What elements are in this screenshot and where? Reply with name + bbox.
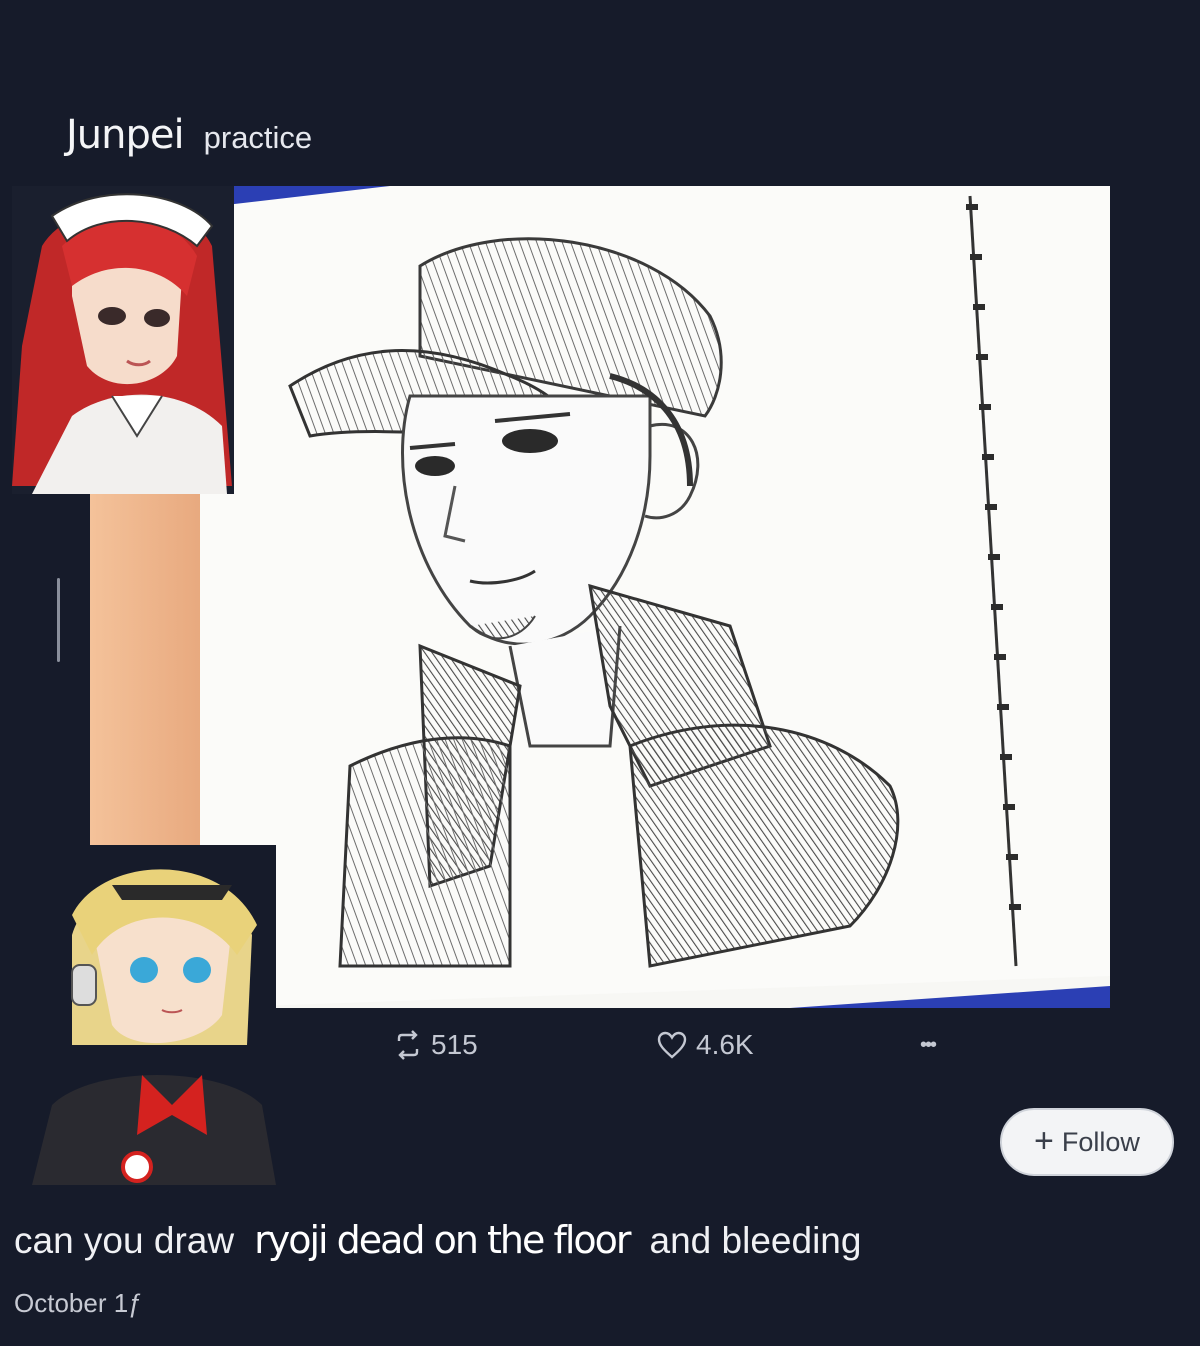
repost-count: 515 xyxy=(431,1029,478,1060)
more-options-button[interactable]: ••• xyxy=(920,1026,937,1064)
follow-label: Follow xyxy=(1061,1126,1140,1157)
comment-text: can you draw ryoji dead on the floor and… xyxy=(14,1218,861,1262)
repost-icon xyxy=(397,1030,419,1060)
thread-line-top xyxy=(57,578,60,662)
comment-part-3: and bleeding xyxy=(649,1220,862,1261)
post-label: practice xyxy=(203,120,313,155)
like-action[interactable]: 4.6K xyxy=(656,1026,754,1064)
heart-icon xyxy=(657,1031,687,1059)
post-header: Junpei practice xyxy=(66,112,312,158)
avatar-top[interactable] xyxy=(12,186,234,494)
repost-action[interactable]: 515 xyxy=(393,1026,478,1064)
author-name[interactable]: Junpei xyxy=(66,112,185,158)
avatar-bottom[interactable] xyxy=(32,845,276,1185)
comment-date: October 1ƒ xyxy=(14,1288,143,1318)
plus-icon: + xyxy=(1034,1121,1054,1160)
like-count: 4.6K xyxy=(696,1029,754,1060)
more-icon: ••• xyxy=(920,1033,937,1056)
avatar-illustration xyxy=(32,845,276,1185)
avatar-illustration xyxy=(12,186,234,494)
comment-part-1: can you draw xyxy=(14,1220,235,1261)
comment-part-2: ryoji dead on the floor xyxy=(254,1218,631,1262)
follow-button[interactable]: + Follow xyxy=(1000,1108,1174,1176)
